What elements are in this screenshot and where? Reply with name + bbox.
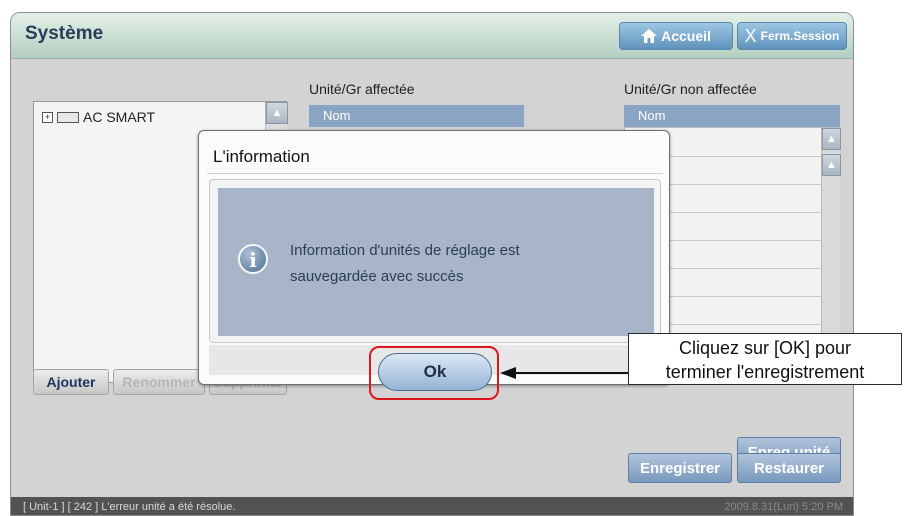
status-message: [ Unit-1 ] [ 242 ] L'erreur unité a été … <box>23 501 236 513</box>
dialog-title: L'information <box>213 147 310 166</box>
unassigned-column-header: Nom <box>624 105 840 127</box>
close-session-label: Ferm.Session <box>760 29 840 43</box>
home-button[interactable]: Accueil <box>619 22 733 50</box>
expand-icon[interactable]: + <box>42 111 53 123</box>
assigned-label: Unité/Gr affectée <box>309 81 415 97</box>
info-icon: i <box>238 244 268 274</box>
scroll-top-icon[interactable]: ▲ <box>822 128 841 150</box>
status-bar: [ Unit-1 ] [ 242 ] L'erreur unité a été … <box>11 497 853 515</box>
unassigned-scrollbar[interactable]: ▲ ▲ <box>821 128 841 344</box>
device-icon <box>57 111 79 123</box>
title-bar: Système Accueil X Ferm.Session <box>11 13 853 59</box>
rename-button[interactable]: Renommer <box>113 369 205 395</box>
home-label: Accueil <box>661 28 711 44</box>
status-datetime: 2009.8.31(Lun) 5:20 PM <box>724 501 843 513</box>
tree-node-root[interactable]: + AC SMART <box>42 109 155 125</box>
unassigned-label: Unité/Gr non affectée <box>624 81 757 97</box>
ok-button[interactable]: Ok <box>378 353 492 391</box>
dialog-message-line: Information d'unités de réglage est <box>290 242 520 259</box>
dialog-body: i Information d'unités de réglage est sa… <box>209 179 661 343</box>
assigned-column-header: Nom <box>309 105 524 127</box>
callout-line: Cliquez sur [OK] pour <box>678 338 852 358</box>
dialog-message-panel: i Information d'unités de réglage est sa… <box>218 188 654 336</box>
page-title: Système <box>25 23 104 44</box>
arrow-icon <box>500 367 630 379</box>
home-icon <box>641 29 658 43</box>
restore-button[interactable]: Restaurer <box>737 453 841 483</box>
tree-node-label: AC SMART <box>83 109 156 125</box>
dialog-message-line: sauvegardée avec succès <box>290 268 464 285</box>
close-icon: X <box>744 25 757 46</box>
scroll-top-icon[interactable]: ▲ <box>266 102 288 124</box>
close-session-button[interactable]: X Ferm.Session <box>737 22 847 50</box>
dialog-divider <box>207 173 663 174</box>
save-button[interactable]: Enregistrer <box>628 453 732 483</box>
add-button[interactable]: Ajouter <box>33 369 109 395</box>
callout-line: terminer l'enregistrement <box>665 362 865 382</box>
dialog-message: Information d'unités de réglage est sauv… <box>290 238 590 290</box>
instruction-callout: Cliquez sur [OK] pour terminer l'enregis… <box>628 333 902 385</box>
scroll-up-icon[interactable]: ▲ <box>822 154 841 176</box>
